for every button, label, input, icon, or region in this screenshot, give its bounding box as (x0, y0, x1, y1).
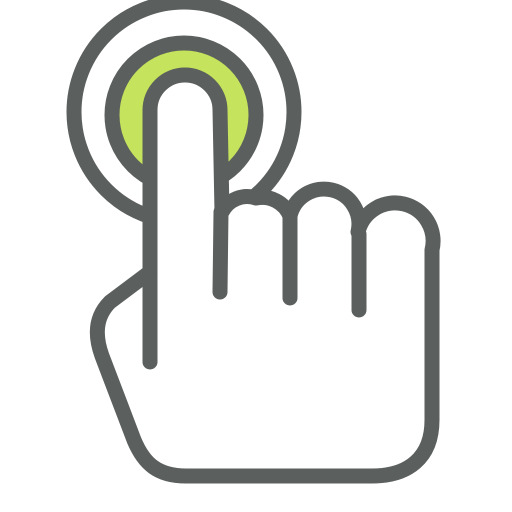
icon-canvas (0, 0, 512, 512)
finger-separator-1 (212, 204, 229, 300)
tap-gesture-icon (66, 0, 441, 484)
